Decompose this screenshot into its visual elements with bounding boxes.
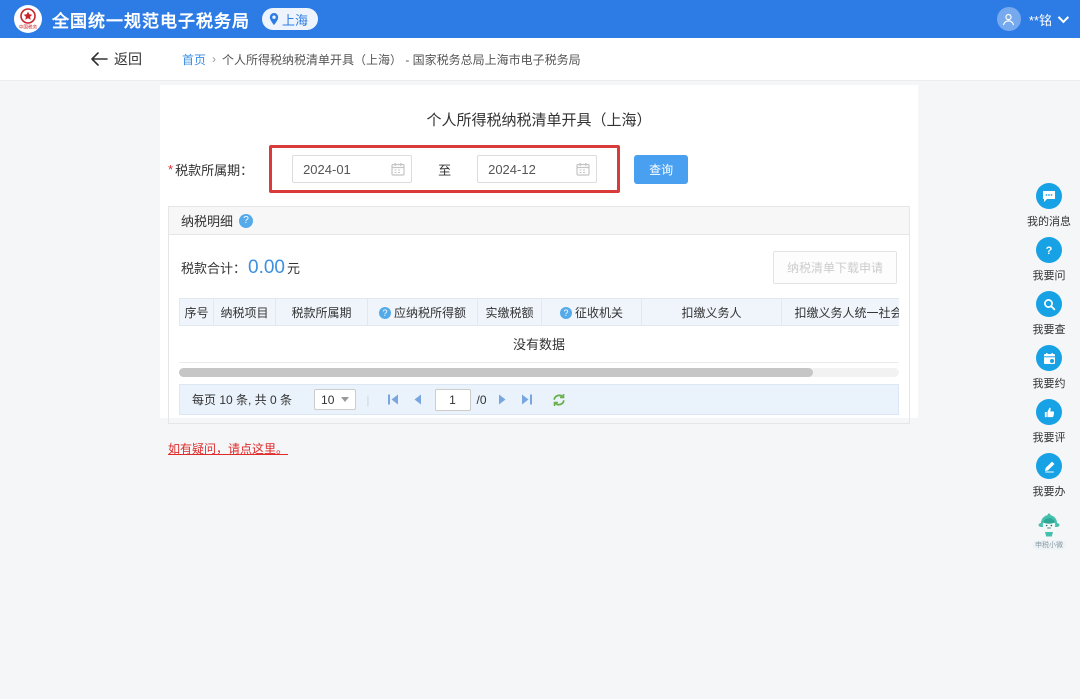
column-header: 税款所属期 [276, 299, 368, 326]
period-highlight-box: 至 [269, 145, 620, 193]
pencil-icon [1036, 453, 1062, 479]
tax-detail-section: 纳税明细 税款合计：0.00元 纳税清单下载申请 序号 纳税项目 税款所属期 应… [168, 206, 910, 424]
back-button[interactable]: 返回 [90, 49, 142, 69]
page-number-input[interactable] [435, 389, 471, 411]
help-icon[interactable] [239, 214, 253, 228]
pagination-bar: 每页 10 条, 共 0 条 10 | /0 [179, 384, 899, 415]
column-header: 应纳税所得额 [368, 299, 478, 326]
refresh-icon[interactable] [552, 393, 566, 407]
column-header: 序号 [180, 299, 214, 326]
page-title: 个人所得税纳税清单开具（上海） [160, 85, 918, 130]
floating-toolbar: 我的消息 ? 我要问 我要查 我要约 我要评 我要办 [1020, 183, 1078, 550]
message-icon [1036, 183, 1062, 209]
location-badge[interactable]: 上海 [262, 8, 318, 30]
faq-help-link[interactable]: 如有疑问，请点这里。 [168, 440, 288, 457]
sidebar-item-messages[interactable]: 我的消息 [1027, 183, 1071, 229]
empty-data-message: 没有数据 [179, 326, 899, 363]
period-form-row: * 税款所属期： 至 查询 [168, 146, 918, 192]
search-icon [1036, 291, 1062, 317]
first-page-button[interactable] [387, 394, 399, 405]
section-header: 纳税明细 [169, 207, 909, 235]
app-title: 全国统一规范电子税务局 [52, 7, 250, 32]
breadcrumb-home-link[interactable]: 首页 [182, 51, 206, 68]
column-header: 扣缴义务人 [642, 299, 782, 326]
total-unit: 元 [287, 261, 300, 276]
tax-table: 序号 纳税项目 税款所属期 应纳税所得额 实缴税额 征收机关 扣缴义务人 扣缴义… [179, 298, 899, 384]
mascot-icon [1035, 513, 1063, 539]
period-label: 税款所属期： [175, 160, 253, 179]
total-amount: 0.00 [248, 257, 285, 278]
thumbs-up-icon [1036, 399, 1062, 425]
mascot-label: 申税小微 [1032, 540, 1066, 550]
column-header: 扣缴义务人统一社会信用码 [782, 299, 900, 326]
sidebar-item-rate[interactable]: 我要评 [1033, 399, 1066, 445]
total-row: 税款合计：0.00元 纳税清单下载申请 [181, 251, 897, 284]
breadcrumb-bar: 返回 首页 › 个人所得税纳税清单开具（上海） - 国家税务总局上海市电子税务局 [0, 38, 1080, 81]
calendar-icon[interactable] [391, 162, 405, 181]
chevron-down-icon[interactable] [1058, 12, 1069, 23]
total-pages-label: /0 [477, 393, 487, 407]
back-arrow-icon [90, 52, 108, 66]
svg-text:?: ? [1046, 245, 1053, 257]
sidebar-item-handle[interactable]: 我要办 [1033, 453, 1066, 499]
download-list-button[interactable]: 纳税清单下载申请 [773, 251, 897, 284]
column-header: 实缴税额 [478, 299, 542, 326]
last-page-button[interactable] [521, 394, 533, 405]
back-label: 返回 [114, 49, 142, 69]
user-name[interactable]: **铭 [1029, 10, 1052, 29]
breadcrumb-separator: › [212, 52, 216, 66]
to-label: 至 [438, 160, 451, 179]
sidebar-item-book[interactable]: 我要约 [1033, 345, 1066, 391]
question-icon: ? [1036, 237, 1062, 263]
column-header: 征收机关 [542, 299, 642, 326]
divider: | [366, 393, 369, 407]
help-icon[interactable] [560, 307, 572, 319]
location-pin-icon [268, 12, 280, 26]
user-avatar[interactable] [997, 7, 1021, 31]
sidebar-item-ask[interactable]: ? 我要问 [1033, 237, 1066, 283]
total-label: 税款合计： [181, 261, 246, 276]
calendar-icon[interactable] [576, 162, 590, 181]
location-label: 上海 [282, 10, 308, 29]
tax-mascot[interactable]: 申税小微 [1032, 513, 1066, 550]
main-panel: 个人所得税纳税清单开具（上海） * 税款所属期： 至 查询 纳税明细 [160, 85, 918, 418]
horizontal-scrollbar[interactable] [179, 368, 899, 377]
prev-page-button[interactable] [413, 394, 422, 405]
pagination-summary: 每页 10 条, 共 0 条 [192, 391, 292, 408]
tax-logo-icon: 中国税务 [14, 5, 42, 33]
column-header: 纳税项目 [214, 299, 276, 326]
calendar-icon [1036, 345, 1062, 371]
next-page-button[interactable] [498, 394, 507, 405]
breadcrumb: 首页 › 个人所得税纳税清单开具（上海） - 国家税务总局上海市电子税务局 [182, 51, 581, 68]
breadcrumb-current: 个人所得税纳税清单开具（上海） - 国家税务总局上海市电子税务局 [222, 51, 581, 68]
required-mark: * [168, 162, 173, 177]
section-title: 纳税明细 [181, 211, 233, 230]
help-icon[interactable] [379, 307, 391, 319]
page-size-select[interactable]: 10 [314, 389, 356, 410]
table-header-row: 序号 纳税项目 税款所属期 应纳税所得额 实缴税额 征收机关 扣缴义务人 扣缴义… [180, 299, 900, 326]
query-button[interactable]: 查询 [634, 155, 688, 184]
scrollbar-thumb[interactable] [179, 368, 813, 377]
svg-text:中国税务: 中国税务 [19, 24, 38, 31]
caret-down-icon [341, 397, 349, 402]
sidebar-item-search[interactable]: 我要查 [1033, 291, 1066, 337]
app-header: 中国税务 全国统一规范电子税务局 上海 **铭 [0, 0, 1080, 38]
